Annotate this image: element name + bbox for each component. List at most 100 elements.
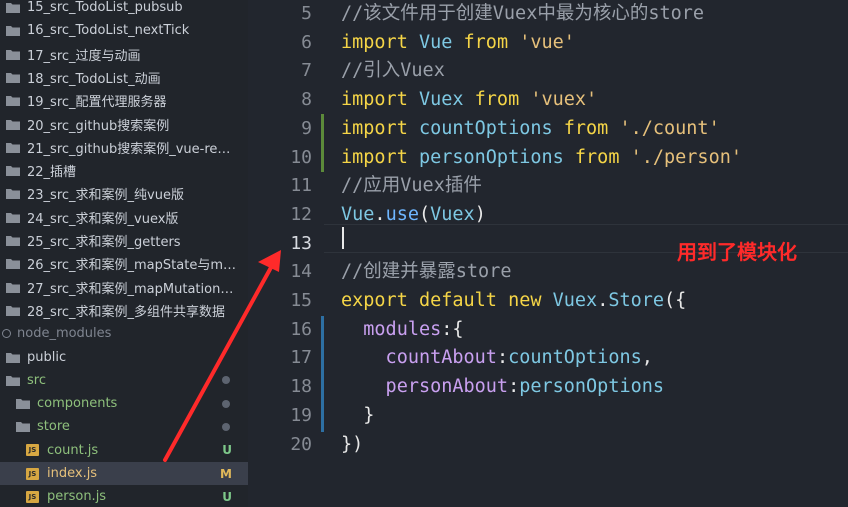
folder-icon [6,189,20,200]
folder-icon [6,3,20,13]
folder-icon [16,399,30,410]
code-token: countAbout [341,347,497,369]
explorer-item[interactable]: 20_src_github搜索案例 [0,113,248,136]
line-number: 8 [301,89,312,111]
explorer-item[interactable]: 23_src_求和案例_纯vue版 [0,182,248,205]
code-token: . [374,203,386,225]
explorer-item[interactable]: public [0,346,248,369]
js-file-icon: JS [26,490,39,503]
explorer-item[interactable]: 26_src_求和案例_mapState与mapGetters [0,252,248,275]
explorer-item[interactable]: 18_src_TodoList_动画 [0,66,248,89]
git-change-dot [222,376,230,385]
code-token: personAbout [341,376,509,398]
git-status-badge: U [222,443,232,458]
code-token: 'vue' [508,31,575,53]
code-line: 15 export default new Vuex.Store({ [248,286,848,315]
code-line: 12 Vue.use(Vuex) [248,200,848,229]
code-text: //应用Vuex插件 [341,171,482,200]
explorer-item-label: 20_src_github搜索案例 [27,118,170,134]
code-text: //该文件用于创建Vuex中最为核心的store [341,0,704,28]
explorer-item[interactable]: JS count.js U [0,439,248,462]
line-number: 6 [301,31,312,53]
line-number: 19 [290,404,312,426]
code-token: //创建并暴露store [341,261,512,283]
code-text: export default new Vuex.Store({ [341,286,686,315]
code-token: //引入Vuex [341,60,445,82]
line-number: 14 [290,261,312,283]
explorer-item[interactable]: 21_src_github搜索案例_vue-resource [0,136,248,159]
code-token: : [496,347,509,369]
line-number: 16 [290,318,312,340]
code-text: } [341,401,374,430]
code-token: ( [418,203,431,225]
js-file-icon: JS [26,444,39,457]
code-token: modules [341,318,442,340]
explorer-item[interactable]: 22_插槽 [0,159,248,182]
explorer-item[interactable]: JS index.js M [0,462,248,485]
explorer-item-label: public [27,349,67,365]
code-token: './count' [608,117,720,139]
code-line: 20}) [248,430,848,459]
explorer-item[interactable]: 24_src_求和案例_vuex版 [0,206,248,229]
explorer-item[interactable]: 15_src_TodoList_pubsub [0,0,248,19]
code-token: './person' [619,146,742,168]
folder-icon [6,142,20,153]
explorer-item-label: node_modules [17,326,112,342]
code-line: 10 import personOptions from './person' [248,143,848,172]
explorer-item-label: 24_src_求和案例_vuex版 [27,211,179,227]
line-number: 9 [301,117,312,139]
explorer-item-label: 16_src_TodoList_nextTick [27,23,190,39]
line-number: 7 [301,60,312,82]
code-token: Vue [407,31,464,53]
folder-icon [6,375,20,386]
folder-icon [6,352,20,363]
explorer-item[interactable]: 19_src_配置代理服务器 [0,89,248,112]
explorer-item[interactable]: 28_src_求和案例_多组件共享数据 [0,299,248,322]
code-token: //应用Vuex插件 [341,175,482,197]
line-number: 20 [290,433,312,455]
code-text: import Vue from 'vue' [341,28,575,57]
code-token: //该文件用于创建Vuex中最为核心的store [341,3,705,24]
explorer-item[interactable]: 27_src_求和案例_mapMutations与mapActions [0,276,248,299]
explorer-item[interactable]: src [0,369,248,392]
explorer-item[interactable]: 25_src_求和案例_getters [0,229,248,252]
code-token: personOptions [519,376,665,398]
code-line: 6 import Vue from 'vue' [248,28,848,57]
explorer-item-label: index.js [47,466,98,481]
code-line: 7 //引入Vuex [248,56,848,85]
code-line: 11 //应用Vuex插件 [248,171,848,200]
explorer-item-label: 15_src_TodoList_pubsub [27,0,183,15]
code-text: import Vuex from 'vuex' [341,85,597,114]
explorer-item-label: person.js [47,489,107,505]
code-text: Vue.use(Vuex) [341,200,486,229]
explorer-item-label: 26_src_求和案例_mapState与mapGetters [27,258,237,274]
explorer-item[interactable]: JS person.js U [0,485,248,507]
code-token: from [463,31,509,53]
explorer-item[interactable]: 16_src_TodoList_nextTick [0,19,248,42]
line-number: 11 [290,175,312,197]
code-token: ({ [664,290,687,311]
folder-icon [6,305,20,316]
code-token: from [574,146,620,168]
explorer-item[interactable]: 17_src_过度与动画 [0,43,248,66]
explorer-item[interactable]: node_modules [0,322,248,345]
git-change-dot [222,399,230,408]
code-text: personAbout:personOptions [341,372,664,401]
code-token: from [474,89,520,111]
explorer-item[interactable]: store [0,415,248,438]
code-token: Vue [341,203,375,225]
explorer-item-label: src [27,372,46,388]
git-status-badge: M [220,466,232,481]
code-token: countOptions [508,347,642,369]
code-text: //创建并暴露store [341,257,511,286]
code-token: :{ [441,318,464,340]
folder-icon [6,166,20,177]
code-token: countOptions [407,117,564,139]
explorer-item-label: 25_src_求和案例_getters [27,235,181,250]
explorer-item[interactable]: components [0,392,248,415]
explorer-item-label: components [37,396,118,412]
code-token: import [341,31,408,53]
code-line: 17 countAbout:countOptions, [248,343,848,372]
node-modules-icon [2,329,11,339]
explorer-item-label: count.js [47,442,99,458]
